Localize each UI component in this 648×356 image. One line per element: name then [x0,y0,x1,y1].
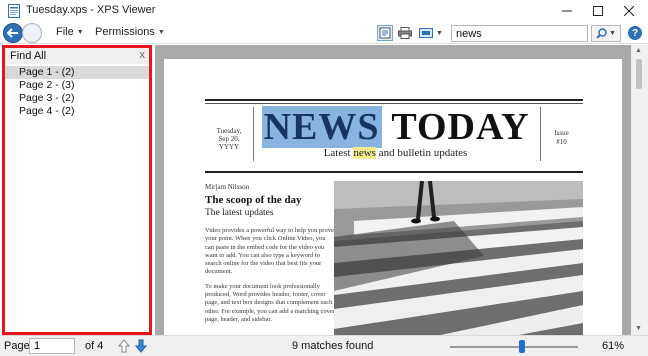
chevron-down-icon: ▼ [76,28,84,36]
masthead-title: NEWS TODAY [261,106,530,148]
arrow-down-icon [135,339,147,353]
match-count: 9 matches found [292,340,374,352]
article-headline: The scoop of the day [205,194,302,206]
document-viewport[interactable]: Tuesday, Sep 20, YYYY NEWS TODAY Latest … [155,45,631,335]
article-author: Mirjam Nilsson [205,183,250,191]
arrow-up-icon [118,339,130,353]
top-rule [205,99,583,101]
xps-app-icon [8,4,20,18]
masthead-subtitle: Latest news and bulletin updates [323,147,468,159]
previous-page-button[interactable] [117,338,131,354]
page-count: of 4 [85,340,104,352]
masthead-date: Tuesday, Sep 20, YYYY [216,127,242,151]
scroll-down-icon[interactable]: ▼ [635,325,642,332]
article-paragraph: Video provides a powerful way to help yo… [205,227,334,276]
list-item[interactable]: Page 3 - (2) [5,92,149,105]
issue-number: Issue #10 [554,129,569,146]
search-icon [596,28,607,39]
crosswalk-photo [334,181,583,335]
window-title: Tuesday.xps - XPS Viewer [26,4,156,16]
minimize-button[interactable] [552,0,582,22]
top-rule-thin [205,103,583,104]
next-page-button[interactable] [134,338,148,354]
scroll-thumb[interactable] [636,59,642,89]
chevron-down-icon: ▼ [436,29,443,37]
page-view-icon [419,28,434,38]
close-icon[interactable]: x [140,49,146,61]
page-view-button[interactable]: ▼ [417,25,445,41]
find-all-panel: Find All x Page 1 - (2) Page 2 - (3) Pag… [2,45,152,335]
zoom-level: 61% [602,340,625,352]
crosswalk-image [334,181,583,335]
article-column: Mirjam Nilsson The scoop of the day The … [205,183,335,330]
help-icon[interactable]: ? [628,26,642,40]
zoom-slider-thumb[interactable] [519,340,525,353]
chevron-down-icon: ▼ [157,28,165,36]
search-highlight: news [353,147,376,159]
find-all-title: Find All [10,50,47,62]
vertical-scrollbar[interactable]: ▲ ▼ [631,45,648,335]
file-menu[interactable]: File ▼ [56,26,84,38]
chevron-down-icon: ▼ [609,30,616,37]
document-page: Tuesday, Sep 20, YYYY NEWS TODAY Latest … [164,59,622,335]
print-button[interactable] [397,25,413,41]
page-label: Page [4,340,30,352]
status-bar: Page of 4 9 matches found 61% [0,335,648,356]
list-item[interactable]: Page 1 - (2) [5,66,149,79]
list-item[interactable]: Page 4 - (2) [5,105,149,118]
forward-button[interactable] [22,23,42,43]
search-button[interactable]: ▼ [591,25,621,42]
bottom-rule [205,171,583,173]
back-button[interactable] [3,23,23,43]
permissions-menu[interactable]: Permissions ▼ [95,26,165,38]
page-number-input[interactable] [29,338,75,354]
printer-icon [398,27,412,39]
search-input[interactable] [451,25,588,42]
outline-icon [379,27,391,39]
find-all-header: Find All x [5,48,149,64]
list-item[interactable]: Page 2 - (3) [5,79,149,92]
scroll-up-icon[interactable]: ▲ [635,47,642,54]
article-paragraph: To make your document look professionall… [205,282,335,323]
search-highlight: NEWS [261,106,382,148]
permissions-menu-label: Permissions [95,26,155,38]
document-outline-button[interactable] [377,25,393,41]
file-menu-label: File [56,26,74,38]
toolbar: File ▼ Permissions ▼ ▼ ▼ ? [0,22,648,44]
arrow-left-icon [7,28,18,38]
zoom-slider[interactable] [450,346,578,348]
title-bar: Tuesday.xps - XPS Viewer [0,0,648,22]
close-window-button[interactable] [614,0,644,22]
maximize-button[interactable] [583,0,613,22]
article-subheadline: The latest updates [205,208,274,218]
find-results-list: Page 1 - (2) Page 2 - (3) Page 3 - (2) P… [5,66,149,118]
